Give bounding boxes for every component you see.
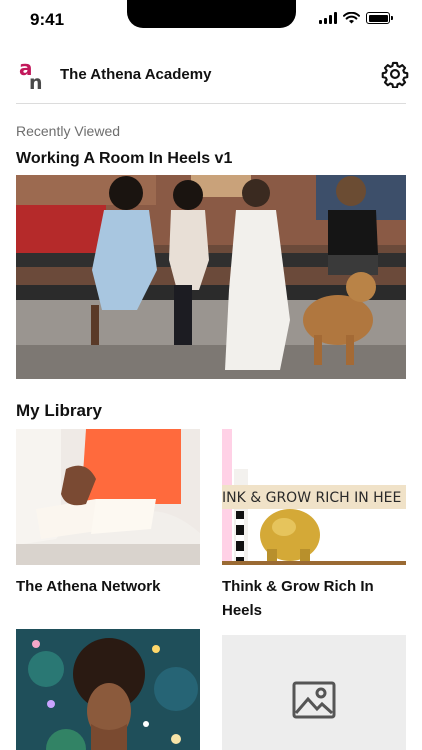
library-item-placeholder[interactable] — [222, 635, 406, 750]
app-header: a n The Athena Academy — [16, 54, 409, 104]
status-bar: 9:41 — [0, 0, 422, 40]
recent-course-title[interactable]: Working A Room In Heels v1 — [16, 150, 232, 168]
settings-button[interactable] — [380, 59, 410, 89]
svg-text:n: n — [29, 72, 43, 91]
library-item-athena-network[interactable]: The Athena Network — [16, 429, 200, 599]
library-item-think-grow-rich[interactable]: INK & GROW RICH IN HEE Think & Grow Rich… — [222, 429, 406, 623]
recent-course-image[interactable] — [16, 175, 406, 379]
athena-logo-icon: a n — [19, 57, 43, 91]
gear-icon — [381, 61, 409, 88]
gold-piggy-bank-photo: INK & GROW RICH IN HEE — [222, 429, 406, 565]
image-placeholder-icon — [292, 681, 336, 719]
library-item-title: Think & Grow Rich In Heels — [222, 578, 374, 619]
my-library-heading: My Library — [16, 401, 102, 420]
woman-reading-photo — [16, 429, 200, 565]
battery-icon — [366, 12, 393, 24]
woman-confetti-photo — [16, 629, 200, 750]
library-item-title: The Athena Network — [16, 578, 161, 595]
library-item-confetti-course[interactable] — [16, 629, 200, 750]
status-time: 9:41 — [30, 10, 65, 29]
app-title: The Athena Academy — [60, 66, 212, 83]
status-icons — [319, 12, 393, 24]
image-placeholder — [222, 635, 406, 750]
book-banner-text: INK & GROW RICH IN HEE — [222, 490, 401, 506]
device-notch — [127, 0, 296, 28]
recently-viewed-label: Recently Viewed — [16, 123, 121, 139]
wifi-icon — [343, 12, 360, 24]
cellular-signal-icon — [319, 12, 337, 24]
women-on-bench-photo — [16, 175, 406, 379]
